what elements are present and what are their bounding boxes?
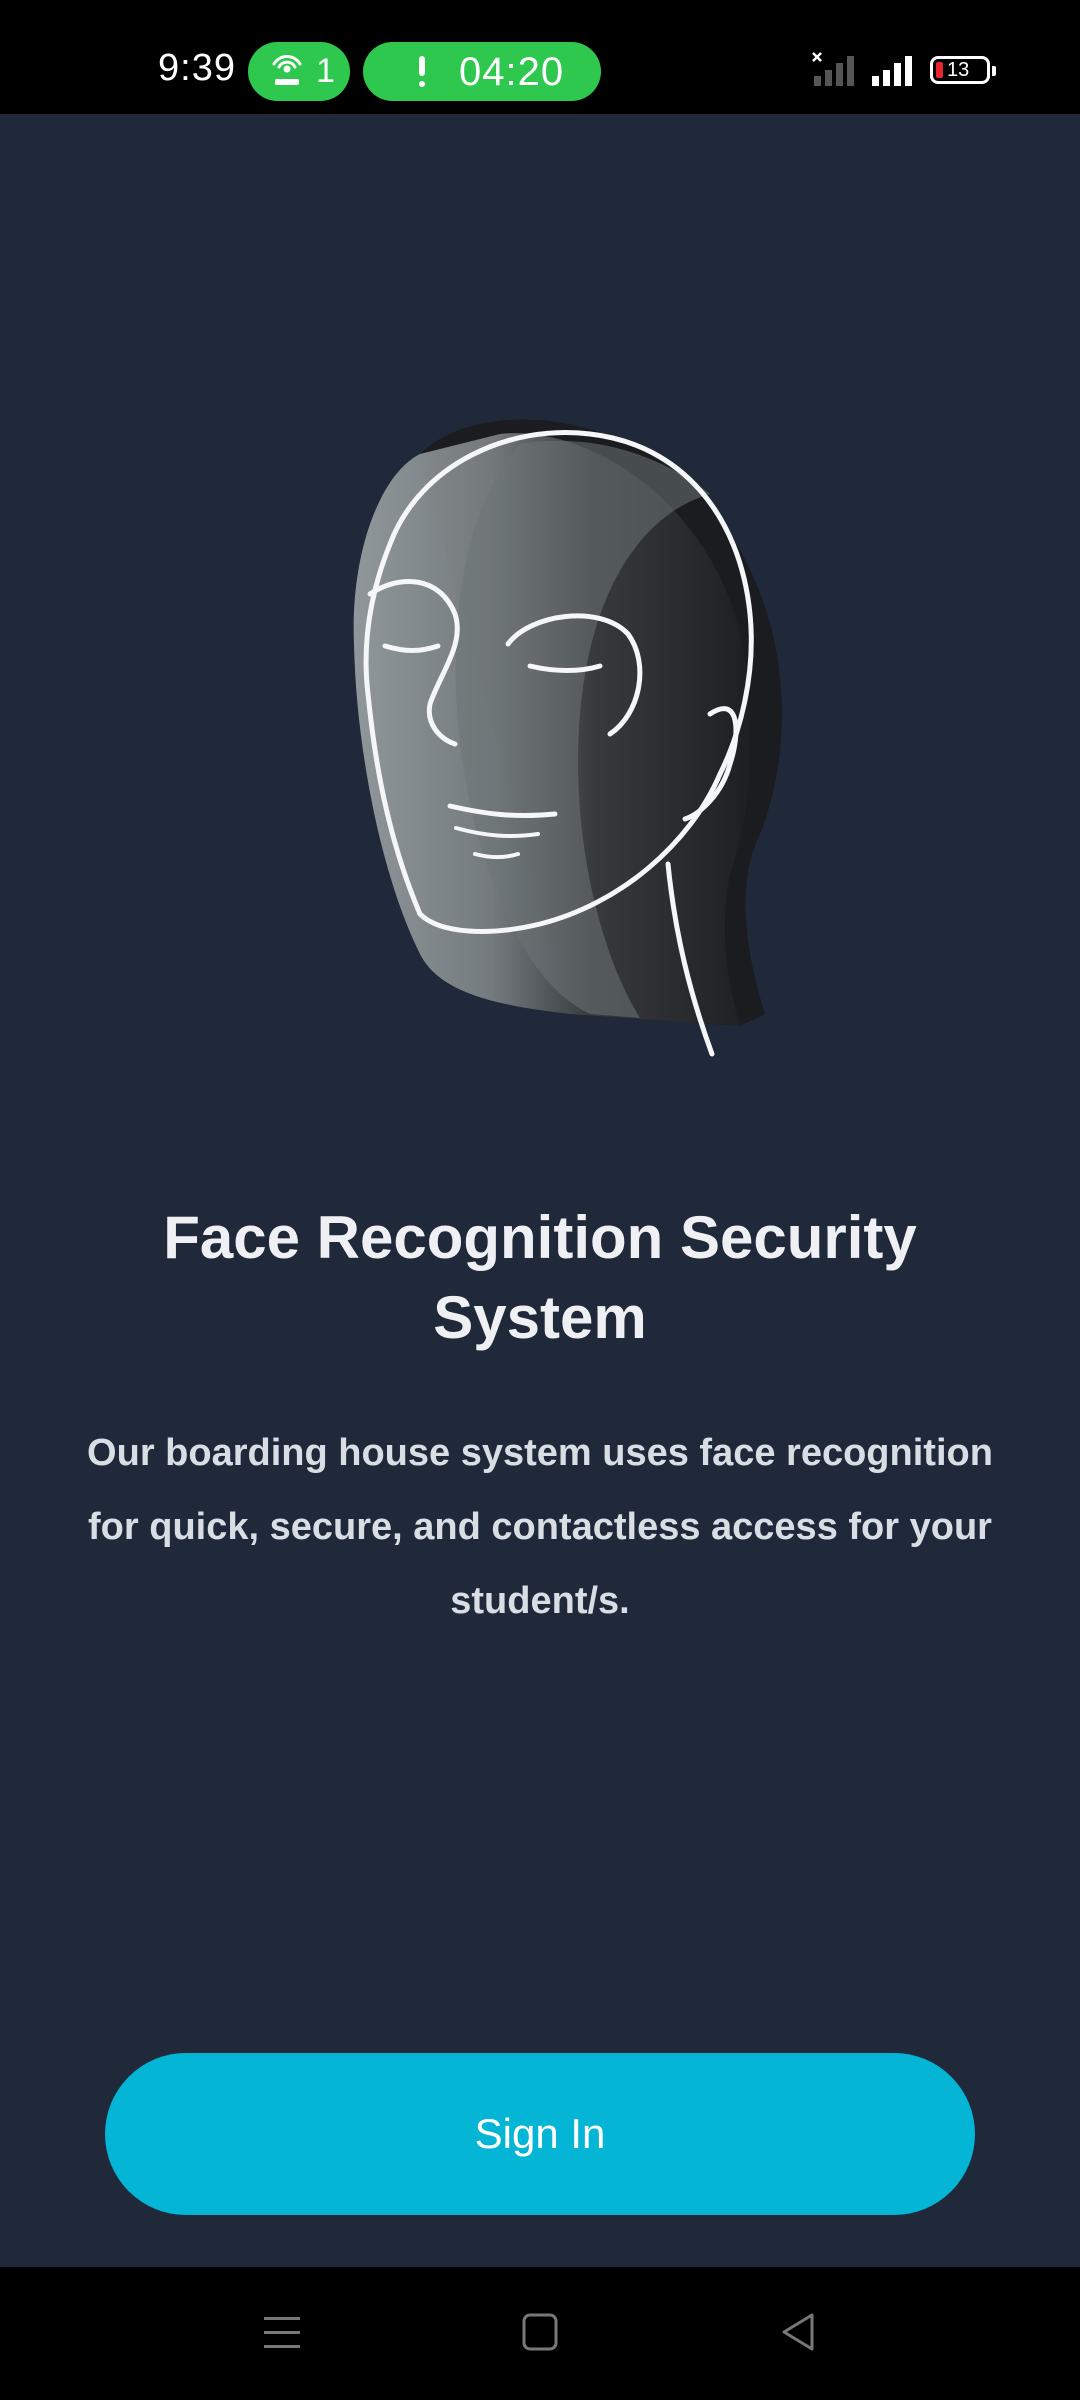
face-scan-illustration xyxy=(353,419,782,1057)
navigation-bar xyxy=(0,2267,1080,2400)
battery-level-fill xyxy=(936,62,943,78)
screen: 9:39 1 04:20 13 Face Recognition Securit… xyxy=(0,0,1080,2400)
battery-low-icon: 13 xyxy=(930,56,996,84)
hotspot-pill[interactable]: 1 xyxy=(248,42,350,101)
call-timer-pill[interactable]: 04:20 xyxy=(363,42,601,101)
home-icon[interactable] xyxy=(510,2307,570,2359)
call-timer: 04:20 xyxy=(459,50,565,94)
welcome-screen: Face Recognition Security System Our boa… xyxy=(0,114,1080,2267)
status-time: 9:39 xyxy=(158,47,236,89)
back-icon[interactable] xyxy=(768,2307,828,2359)
hotspot-icon xyxy=(272,55,302,85)
status-bar: 9:39 1 04:20 13 xyxy=(0,0,1080,114)
sign-in-button[interactable]: Sign In xyxy=(105,2053,975,2215)
menu-icon[interactable] xyxy=(252,2307,312,2359)
page-description: Our boarding house system uses face reco… xyxy=(87,1432,993,1622)
battery-percent: 13 xyxy=(947,59,970,81)
page-title: Face Recognition Security System xyxy=(163,1204,917,1351)
signal-full-icon xyxy=(872,56,912,86)
battery-nub xyxy=(992,66,996,76)
signal-no-service-icon xyxy=(812,52,854,86)
hotspot-count: 1 xyxy=(316,52,335,90)
alert-icon xyxy=(419,56,425,88)
